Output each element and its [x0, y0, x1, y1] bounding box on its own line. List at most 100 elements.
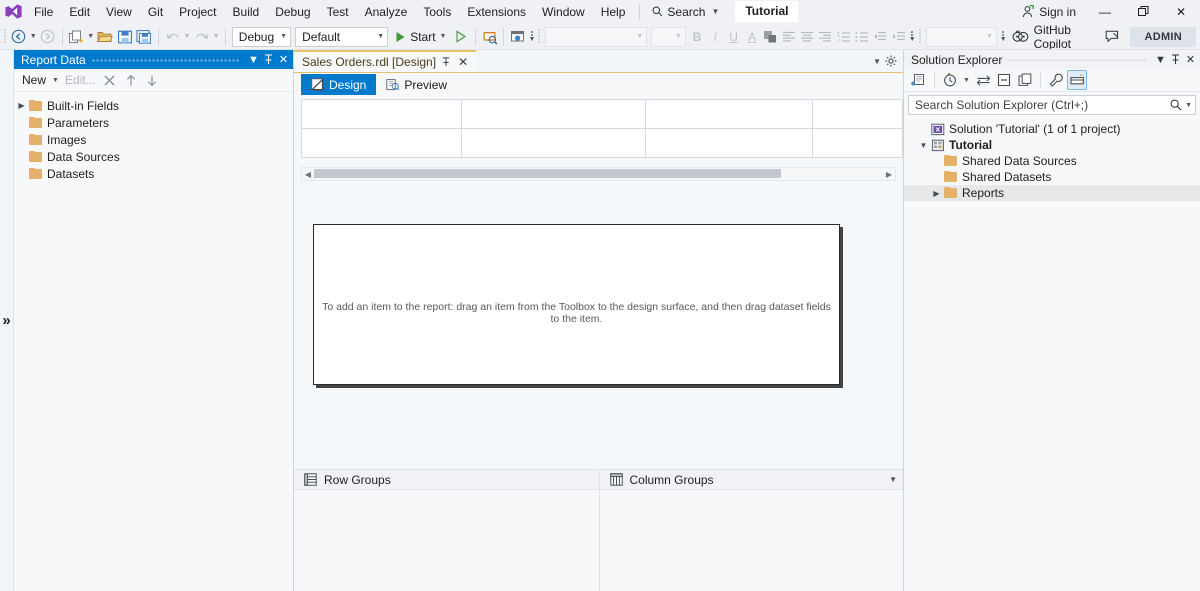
document-tab-sales-orders[interactable]: Sales Orders.rdl [Design] ✕: [294, 50, 476, 72]
italic-button[interactable]: I: [706, 26, 724, 47]
solution-node[interactable]: Solution 'Tutorial' (1 of 1 project): [904, 121, 1200, 137]
sync-with-active-document-icon[interactable]: [973, 70, 993, 90]
font-color-button[interactable]: A: [743, 26, 761, 47]
undo-button[interactable]: [163, 26, 182, 48]
row-groups-header[interactable]: Row Groups: [294, 470, 599, 490]
format-toolbar-overflow-button[interactable]: ▼: [908, 26, 917, 48]
navigate-backward-dropdown-icon[interactable]: ▼: [28, 26, 38, 48]
close-icon[interactable]: ✕: [1183, 51, 1198, 68]
preview-selected-items-icon[interactable]: [1067, 70, 1087, 90]
show-all-files-icon[interactable]: [1015, 70, 1035, 90]
start-without-debugging-button[interactable]: [451, 26, 470, 48]
grid-cell[interactable]: [461, 100, 646, 129]
scroll-right-arrow-icon[interactable]: ▶: [883, 170, 895, 179]
navigate-backward-button[interactable]: [9, 26, 28, 48]
save-all-button[interactable]: [134, 26, 153, 48]
report-data-header[interactable]: Report Data ▼ ✕: [14, 50, 293, 69]
chevron-down-icon[interactable]: ▼: [246, 51, 261, 68]
increase-indent-icon[interactable]: [890, 26, 908, 47]
navigate-forward-button[interactable]: [38, 26, 57, 48]
pin-icon[interactable]: [261, 51, 276, 68]
bullet-list-icon[interactable]: [853, 26, 871, 47]
format-toolbar-grip[interactable]: [536, 28, 543, 46]
close-button[interactable]: ✕: [1162, 0, 1200, 24]
close-icon[interactable]: ✕: [456, 55, 470, 69]
move-up-arrow-icon[interactable]: [121, 70, 141, 90]
design-surface[interactable]: ◀ ▶ To add an item to the report: drag a…: [294, 95, 903, 469]
toolbar-grip[interactable]: [2, 28, 9, 46]
search-icon[interactable]: [1169, 99, 1182, 111]
report-data-node-data-sources[interactable]: Data Sources: [14, 148, 293, 165]
grid-cell[interactable]: [461, 129, 646, 158]
grid-cell[interactable]: [813, 129, 903, 158]
menu-item-tools[interactable]: Tools: [415, 0, 459, 24]
style-toolbar-overflow-button[interactable]: ▼: [999, 26, 1008, 48]
grid-cell[interactable]: [302, 100, 462, 129]
search-dropdown-icon[interactable]: ▼: [711, 7, 719, 16]
solution-home-icon[interactable]: [909, 70, 929, 90]
menu-item-help[interactable]: Help: [593, 0, 634, 24]
sign-in-button[interactable]: Sign in: [1011, 0, 1086, 24]
scroll-left-arrow-icon[interactable]: ◀: [302, 170, 314, 179]
grid-cell[interactable]: [813, 100, 903, 129]
menu-item-debug[interactable]: Debug: [267, 0, 318, 24]
folder-node-shared-data-sources[interactable]: Shared Data Sources: [904, 153, 1200, 169]
menu-item-window[interactable]: Window: [534, 0, 593, 24]
project-node-tutorial[interactable]: ▼ Tutorial: [904, 137, 1200, 153]
style-toolbar-grip[interactable]: [917, 28, 924, 46]
chevron-down-icon[interactable]: ▼: [873, 57, 881, 66]
menu-item-file[interactable]: File: [26, 0, 61, 24]
undo-dropdown-icon[interactable]: ▼: [182, 26, 192, 48]
pending-changes-dropdown-icon[interactable]: ▼: [961, 69, 972, 91]
column-groups-header[interactable]: Column Groups ▼: [600, 470, 904, 490]
column-groups-list[interactable]: [600, 490, 904, 591]
delete-x-icon[interactable]: [100, 70, 120, 90]
search-options-dropdown-icon[interactable]: ▼: [1182, 102, 1192, 109]
font-family-combo[interactable]: ▼: [545, 27, 647, 47]
fill-color-icon[interactable]: [761, 26, 779, 47]
copilot-chat-icon[interactable]: [1103, 26, 1122, 48]
report-body-surface[interactable]: To add an item to the report: drag an it…: [313, 224, 840, 385]
pin-icon[interactable]: [441, 57, 451, 67]
menu-item-git[interactable]: Git: [140, 0, 171, 24]
table-row[interactable]: [302, 129, 903, 158]
close-icon[interactable]: ✕: [276, 51, 291, 68]
collapse-all-icon[interactable]: [994, 70, 1014, 90]
new-menu-button[interactable]: New: [19, 73, 49, 87]
open-file-button[interactable]: [95, 26, 114, 48]
report-data-node-images[interactable]: Images: [14, 131, 293, 148]
folder-node-shared-datasets[interactable]: Shared Datasets: [904, 169, 1200, 185]
solution-explorer-header[interactable]: Solution Explorer ▼ ✕: [904, 50, 1200, 69]
edit-button[interactable]: Edit...: [62, 73, 99, 87]
pin-icon[interactable]: [1168, 51, 1183, 68]
save-button[interactable]: [115, 26, 134, 48]
solution-name-chip[interactable]: Tutorial: [735, 1, 798, 22]
solution-explorer-search[interactable]: ▼: [908, 95, 1196, 115]
expand-rail-icon[interactable]: »: [2, 313, 10, 328]
grid-cell[interactable]: [302, 129, 462, 158]
bold-button[interactable]: B: [688, 26, 706, 47]
new-dropdown-icon[interactable]: ▼: [50, 69, 61, 91]
hscroll-thumb[interactable]: [314, 169, 781, 178]
chevron-down-expander-icon[interactable]: ▼: [916, 141, 931, 150]
font-size-combo[interactable]: ▼: [651, 27, 686, 47]
menu-item-build[interactable]: Build: [225, 0, 268, 24]
new-project-dropdown-icon[interactable]: ▼: [86, 26, 96, 48]
menu-item-edit[interactable]: Edit: [61, 0, 98, 24]
report-data-node-parameters[interactable]: Parameters: [14, 114, 293, 131]
chevron-right-icon[interactable]: ▶: [929, 189, 944, 198]
numbered-list-icon[interactable]: [835, 26, 853, 47]
style-combo[interactable]: ▼: [926, 27, 997, 47]
menu-item-project[interactable]: Project: [171, 0, 224, 24]
tab-preview[interactable]: Preview: [376, 74, 457, 95]
table-row[interactable]: [302, 100, 903, 129]
menu-item-test[interactable]: Test: [319, 0, 357, 24]
row-groups-list[interactable]: [294, 490, 599, 591]
pending-changes-icon[interactable]: [940, 70, 960, 90]
tab-design[interactable]: Design: [301, 74, 376, 95]
toolbar-overflow-button[interactable]: ▼: [528, 26, 537, 48]
menu-item-view[interactable]: View: [98, 0, 140, 24]
decrease-indent-icon[interactable]: [871, 26, 889, 47]
move-down-arrow-icon[interactable]: [142, 70, 162, 90]
window-layout-button[interactable]: [508, 26, 527, 48]
